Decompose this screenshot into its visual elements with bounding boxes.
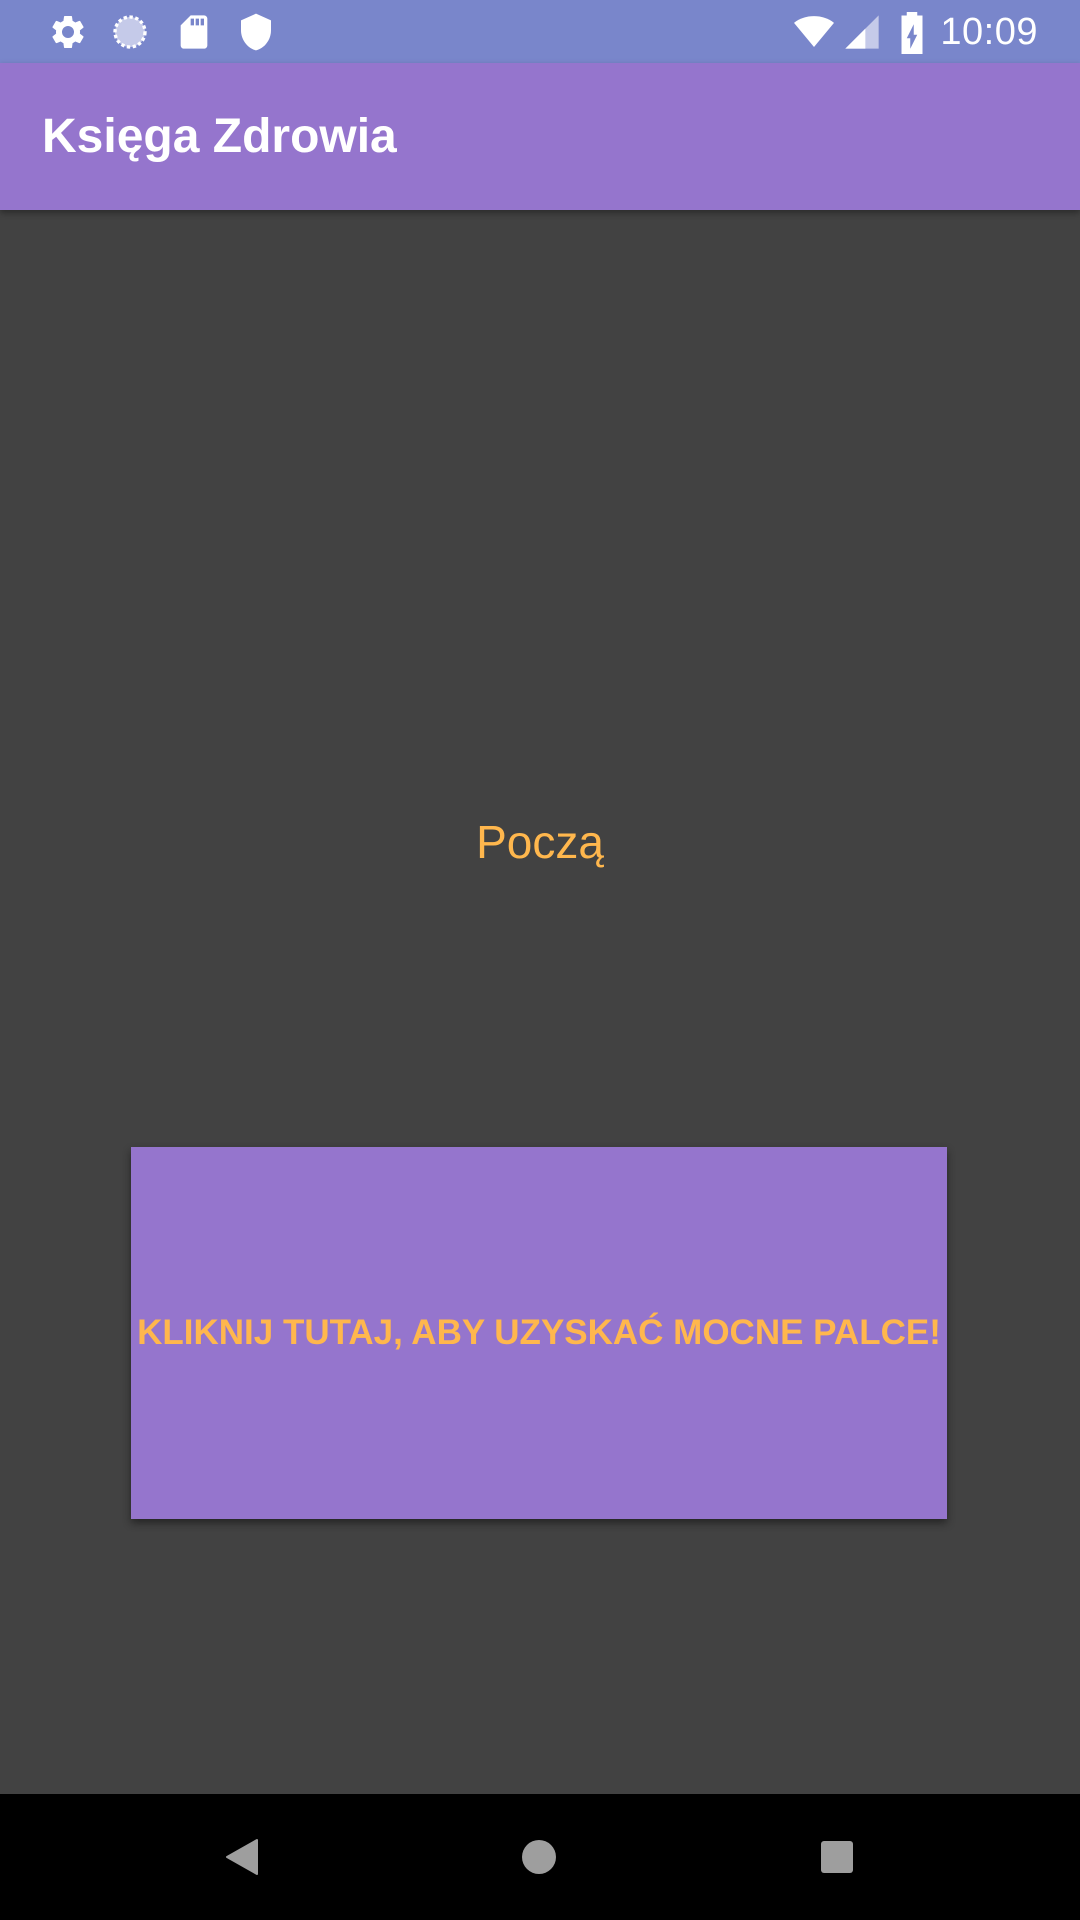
strong-fingers-button-label: KLIKNIJ TUTAJ, ABY UZYSKAĆ MOCNE PALCE! [137, 1313, 941, 1352]
navigation-bar [0, 1794, 1080, 1920]
app-bar: Księga Zdrowia [0, 63, 1080, 210]
recents-icon[interactable] [807, 1827, 867, 1887]
status-time: 10:09 [940, 11, 1038, 53]
cell-signal-icon [842, 12, 882, 52]
shield-icon [236, 12, 276, 52]
center-label: Począ [476, 816, 604, 868]
gear-icon [48, 12, 88, 52]
status-bar: 10:09 [0, 0, 1080, 63]
app-title: Księga Zdrowia [42, 110, 397, 163]
home-icon[interactable] [509, 1827, 569, 1887]
sd-card-icon [174, 12, 214, 52]
back-icon[interactable] [212, 1827, 272, 1887]
sync-circle-icon [110, 12, 150, 52]
battery-charging-icon [896, 12, 928, 54]
wifi-icon [790, 12, 838, 52]
strong-fingers-button[interactable]: KLIKNIJ TUTAJ, ABY UZYSKAĆ MOCNE PALCE! [131, 1147, 947, 1519]
